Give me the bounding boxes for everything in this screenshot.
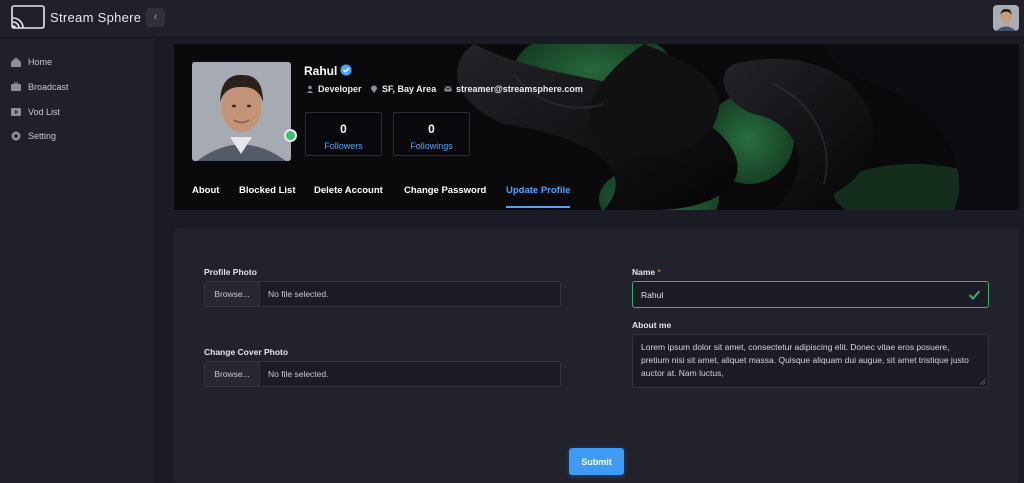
about-me-text: Lorem ipsum dolor sit amet, consectetur … — [641, 342, 969, 378]
followers-count: 0 — [340, 122, 347, 136]
sidebar-item-label: Home — [28, 57, 53, 67]
cover-photo-file-input[interactable]: Browse... No file selected. — [204, 361, 561, 387]
gear-icon — [11, 131, 21, 141]
profile-email-text: streamer@streamsphere.com — [456, 84, 583, 94]
profile-role: Developer — [306, 84, 362, 94]
file-status-text: No file selected. — [268, 369, 329, 379]
sidebar-item-label: Vod List — [28, 107, 61, 117]
profile-name: Rahul — [304, 64, 338, 78]
submit-button[interactable]: Submit — [569, 448, 624, 475]
required-mark: * — [657, 267, 661, 277]
name-field-value: Rahul — [641, 289, 664, 300]
profile-photo — [192, 62, 291, 161]
profile-location: SF, Bay Area — [370, 84, 436, 94]
about-me-textarea[interactable]: Lorem ipsum dolor sit amet, consectetur … — [632, 334, 989, 388]
profile-photo-label: Profile Photo — [204, 267, 257, 277]
video-list-icon — [11, 108, 21, 116]
followers-label: Followers — [324, 141, 363, 151]
cover-image — [174, 44, 1019, 210]
tab-blocked-list[interactable]: Blocked List — [239, 185, 296, 196]
verified-badge-icon — [340, 64, 352, 76]
mail-icon — [444, 86, 452, 92]
profile-location-text: SF, Bay Area — [382, 84, 437, 94]
update-profile-form: Profile Photo Browse... No file selected… — [174, 228, 1019, 483]
about-me-label: About me — [632, 320, 672, 330]
sidebar-item-vod-list[interactable]: Vod List — [0, 102, 156, 122]
home-icon — [11, 57, 21, 67]
sidebar-item-label: Setting — [28, 131, 57, 141]
file-status-text: No file selected. — [268, 289, 329, 299]
followers-stat[interactable]: 0 Followers — [305, 112, 382, 156]
tab-change-password[interactable]: Change Password — [404, 185, 486, 196]
tab-about[interactable]: About — [192, 185, 219, 196]
tab-delete-account[interactable]: Delete Account — [314, 185, 383, 196]
sidebar-item-home[interactable]: Home — [0, 52, 156, 72]
broadcast-icon — [11, 81, 21, 91]
tab-update-profile[interactable]: Update Profile — [506, 185, 570, 196]
check-icon — [968, 290, 981, 300]
browse-button[interactable]: Browse... — [205, 282, 260, 306]
followings-label: Followings — [410, 141, 453, 151]
followings-count: 0 — [428, 122, 435, 136]
sidebar-collapse-button[interactable]: ‹ — [146, 8, 165, 27]
online-status-indicator — [284, 129, 297, 142]
sidebar-item-broadcast[interactable]: Broadcast — [0, 77, 156, 97]
name-label: Name * — [632, 267, 661, 277]
top-bar: Stream Sphere ‹ — [0, 0, 1024, 38]
profile-email: streamer@streamsphere.com — [444, 84, 583, 94]
profile-role-text: Developer — [318, 84, 362, 94]
name-label-text: Name — [632, 267, 656, 277]
active-tab-indicator — [506, 206, 570, 208]
cover-photo-label: Change Cover Photo — [204, 347, 289, 357]
location-pin-icon — [371, 85, 377, 93]
sidebar-item-setting[interactable]: Setting — [0, 126, 156, 146]
logo-icon[interactable] — [10, 4, 46, 32]
app-title: Stream Sphere — [50, 10, 142, 25]
user-icon — [306, 85, 314, 93]
followings-stat[interactable]: 0 Followings — [393, 112, 470, 156]
sidebar-item-label: Broadcast — [28, 82, 69, 92]
avatar[interactable] — [993, 5, 1019, 31]
profile-photo-file-input[interactable]: Browse... No file selected. — [204, 281, 561, 307]
resize-grip-icon[interactable] — [979, 378, 986, 385]
sidebar: Home Broadcast Vod List Setting — [0, 38, 156, 483]
name-field[interactable]: Rahul — [632, 281, 989, 308]
browse-button[interactable]: Browse... — [205, 362, 260, 386]
profile-header: Rahul Developer SF, Bay Area streamer@st… — [174, 44, 1019, 210]
